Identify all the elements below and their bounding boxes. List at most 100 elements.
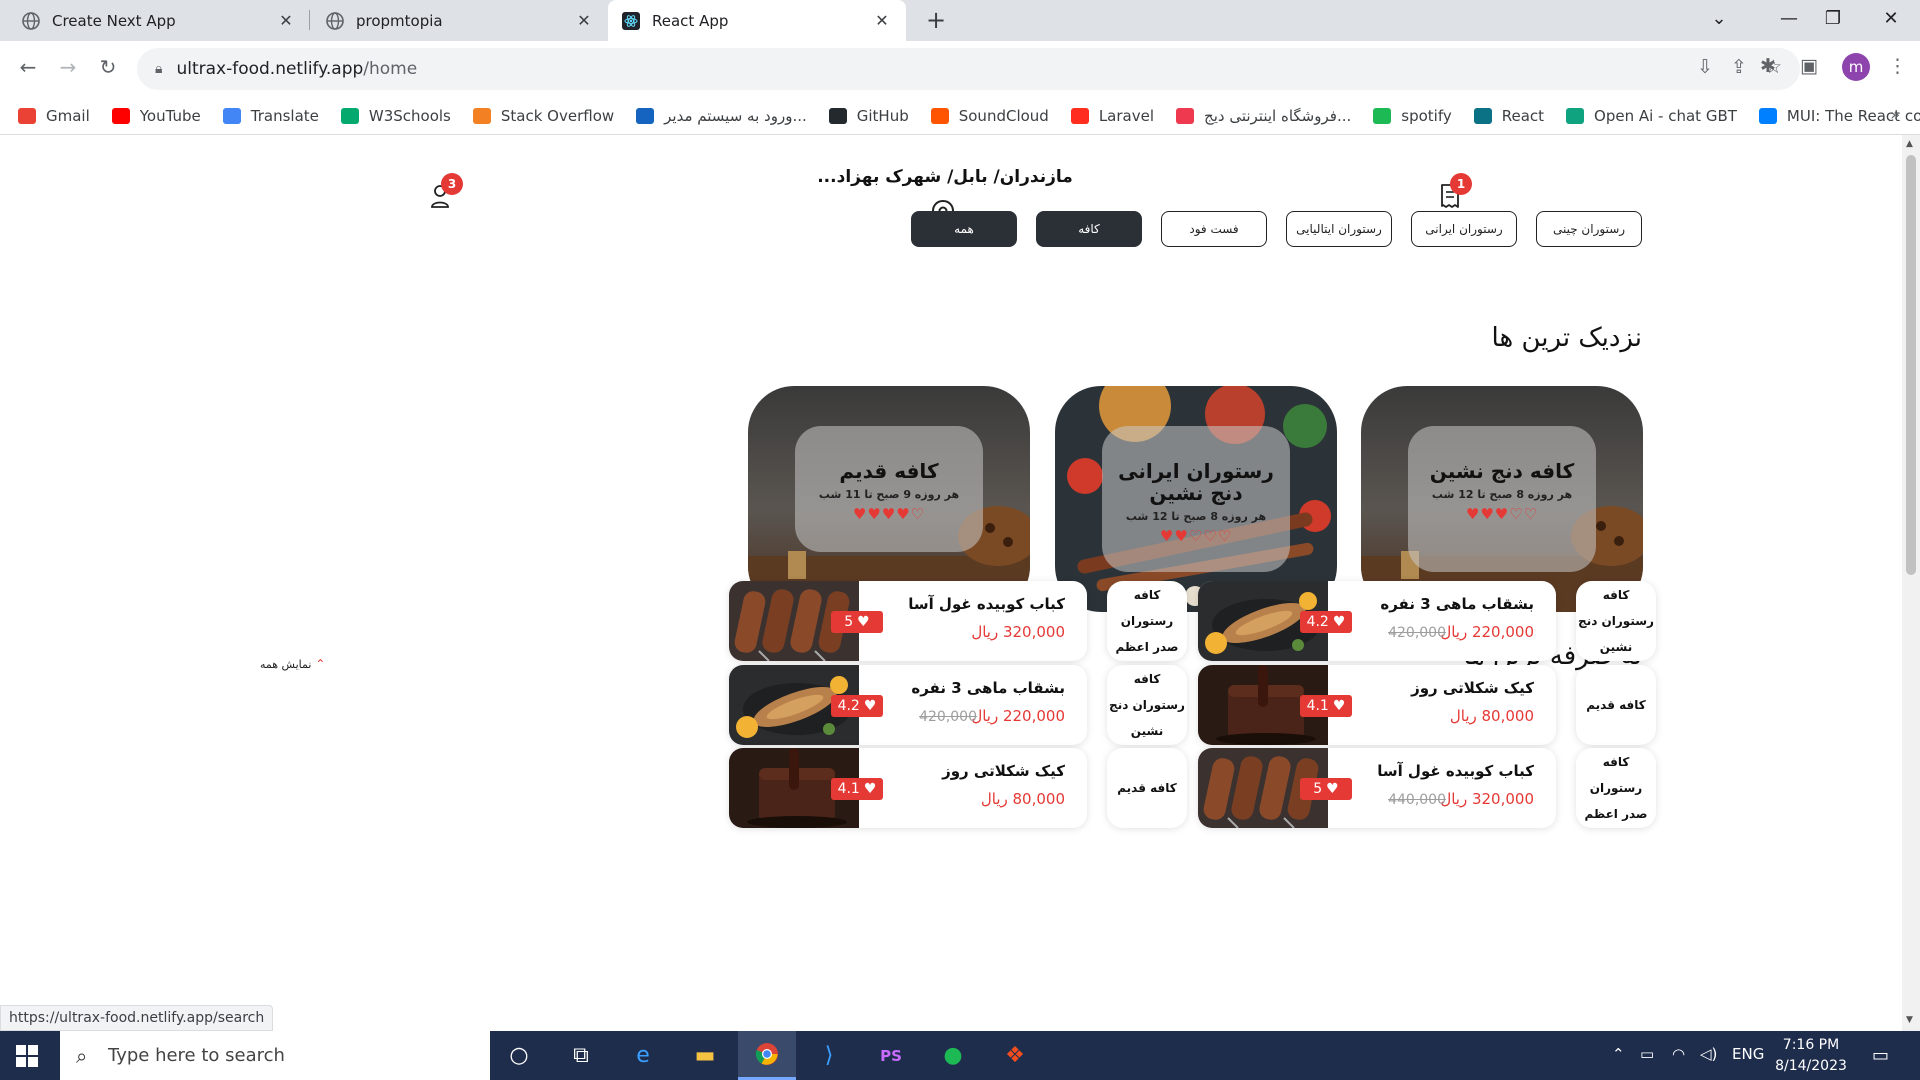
taskbar-search-box[interactable]: ⌕ Type here to search (60, 1031, 490, 1080)
spotify-icon[interactable]: ● (924, 1031, 982, 1080)
show-all-link[interactable]: ⌃ نمایش همه (260, 657, 325, 671)
food-item[interactable]: کافه رستوران صدر اعظم کباب کوبیده غول آسا… (1198, 748, 1656, 828)
food-item[interactable]: کافه رستوران دنج نشین بشقاب ماهی 3 نفره 22… (729, 665, 1187, 745)
side-panel-icon[interactable]: ▣ (1800, 55, 1818, 77)
notifications-icon[interactable]: ▭ (1872, 1045, 1889, 1066)
bookmark-item[interactable]: W3Schools (340, 107, 451, 125)
edge-icon[interactable]: e (614, 1031, 672, 1080)
restaurant-card[interactable]: کافه قدیم هر روزه 9 صبح تا 11 شب ♡♥♥♥♥ (748, 386, 1030, 612)
food-card[interactable]: کیک شکلاتی روز 80,000 ریال 4.1 ♥ (729, 748, 1087, 828)
food-card[interactable]: بشقاب ماهی 3 نفره 220,000 ریال 420,000 4.2 ♥ (729, 665, 1087, 745)
category-chip[interactable]: کافه (1036, 211, 1142, 247)
profile-avatar[interactable]: m (1842, 53, 1870, 81)
bookmark-label: فروشگاه اینترنتی دیج... (1204, 106, 1352, 125)
cortana-icon[interactable]: ○ (490, 1031, 548, 1080)
show-hidden-icons-chevron[interactable]: ⌃ (1612, 1045, 1625, 1063)
windows-start-icon[interactable] (16, 1045, 38, 1071)
category-chip[interactable]: همه (911, 211, 1017, 247)
extensions-puzzle-icon[interactable]: ✱ (1760, 55, 1776, 77)
reload-icon[interactable]: ↻ (94, 55, 122, 79)
share-icon[interactable]: ⇪ (1731, 56, 1747, 78)
figma-icon[interactable]: ❖ (986, 1031, 1044, 1080)
spotify-icon (1373, 107, 1392, 124)
close-tab-icon[interactable]: ✕ (872, 11, 892, 30)
scroll-down-arrow-icon[interactable]: ▼ (1906, 1015, 1913, 1025)
wifi-icon[interactable]: ◠ (1672, 1045, 1685, 1063)
category-chip[interactable]: رستوران ایتالیایی (1286, 211, 1392, 247)
food-item[interactable]: کافه رستوران صدر اعظم کباب کوبیده غول آسا… (729, 581, 1187, 661)
install-app-icon[interactable]: ⇩ (1697, 56, 1713, 78)
user-button[interactable]: 3 (425, 173, 463, 211)
bookmark-item[interactable]: YouTube (111, 107, 201, 125)
tab-react-app[interactable]: React App ✕ (608, 0, 906, 41)
scroll-up-arrow-icon[interactable]: ▲ (1906, 139, 1913, 149)
phpstorm-icon[interactable]: PS (862, 1031, 920, 1080)
bookmark-item[interactable]: Gmail (18, 107, 90, 125)
bookmark-item[interactable]: Open Ai - chat GBT (1566, 107, 1737, 125)
bookmark-label: Stack Overflow (500, 106, 615, 125)
more-bookmarks-icon[interactable]: » (1890, 105, 1900, 124)
back-arrow-icon[interactable]: ← (14, 55, 42, 79)
delivery-address[interactable]: مازندران/ بابل/ شهرک بهزاد... (760, 167, 1130, 187)
address-bar[interactable]: 🔒︎ ultrax-food.netlify.app/home ⇩ ⇪ ☆ (137, 48, 1800, 90)
food-title: کباب کوبیده غول آسا (908, 595, 1065, 613)
restaurant-name-tile[interactable]: کافه قدیم (1576, 665, 1656, 745)
tab-search-chevron-icon[interactable]: ⌄ (1704, 8, 1734, 29)
restaurant-name-tile[interactable]: کافه رستوران دنج نشین (1107, 665, 1187, 745)
restore-icon[interactable]: ❐ (1818, 8, 1848, 29)
forward-arrow-icon[interactable]: → (54, 55, 82, 79)
rating-badge: 4.1 ♥ (1300, 695, 1352, 717)
url-host: ultrax-food.netlify.app (176, 59, 364, 79)
close-tab-icon[interactable]: ✕ (276, 11, 296, 30)
orders-button[interactable]: 1 (1436, 173, 1472, 211)
bookmark-item[interactable]: SoundCloud (930, 107, 1049, 125)
bookmark-item[interactable]: spotify (1373, 107, 1452, 125)
food-card[interactable]: کیک شکلاتی روز 80,000 ریال 4.1 ♥ (1198, 665, 1556, 745)
language-indicator[interactable]: ENG (1732, 1045, 1764, 1063)
file-explorer-icon[interactable]: ▬ (676, 1031, 734, 1080)
bookmark-item[interactable]: Translate (222, 107, 319, 125)
food-card[interactable]: بشقاب ماهی 3 نفره 220,000 ریال 420,000 4.2 ♥ (1198, 581, 1556, 661)
category-chip[interactable]: فست فود (1161, 211, 1267, 247)
bookmark-item[interactable]: React (1473, 107, 1544, 125)
bookmark-item[interactable]: فروشگاه اینترنتی دیج... (1176, 107, 1351, 125)
system-clock[interactable]: 7:16 PM 8/14/2023 (1768, 1035, 1854, 1077)
scrollbar-thumb[interactable] (1906, 155, 1916, 575)
volume-icon[interactable]: ◁) (1700, 1045, 1717, 1063)
close-window-icon[interactable]: ✕ (1876, 8, 1906, 29)
gmail-icon (18, 107, 36, 124)
bookmark-item[interactable]: Laravel (1070, 107, 1154, 125)
food-card[interactable]: کباب کوبیده غول آسا 320,000 ریال 5 ♥ (729, 581, 1087, 661)
food-item[interactable]: کافه قدیم کیک شکلاتی روز 80,000 ریال 4.1 ♥ (729, 748, 1187, 828)
food-item[interactable]: کافه قدیم کیک شکلاتی روز 80,000 ریال 4.1 ♥ (1198, 665, 1656, 745)
kebab-menu-icon[interactable]: ⋮ (1888, 55, 1907, 77)
battery-icon[interactable]: ▭ (1640, 1045, 1654, 1063)
restaurant-name-tile[interactable]: کافه رستوران دنج نشین (1576, 581, 1656, 661)
tab-create-next-app[interactable]: Create Next App ✕ (8, 0, 310, 41)
food-card[interactable]: کباب کوبیده غول آسا 320,000 ریال 440,000 5 ♥ (1198, 748, 1556, 828)
food-item[interactable]: کافه رستوران دنج نشین بشقاب ماهی 3 نفره 22… (1198, 581, 1656, 661)
vscode-icon[interactable]: ⟩ (800, 1031, 858, 1080)
react-icon (622, 11, 640, 30)
close-tab-icon[interactable]: ✕ (574, 11, 594, 30)
page-scrollbar[interactable]: ▲ ▼ (1902, 135, 1920, 1031)
bookmark-item[interactable]: ورود به سیستم مدیر... (636, 107, 807, 125)
chrome-icon[interactable] (738, 1031, 796, 1080)
restaurant-card[interactable]: کافه دنج نشین هر روزه 8 صبح تا 12 شب ♡♡♥… (1361, 386, 1643, 612)
restaurant-name-tile[interactable]: کافه قدیم (1107, 748, 1187, 828)
restaurant-card[interactable]: رستوران ایرانی دنج نشین هر روزه 8 صبح تا… (1055, 386, 1337, 612)
new-tab-button[interactable]: + (922, 6, 950, 34)
minimize-icon[interactable]: — (1774, 8, 1804, 29)
category-chip[interactable]: رستوران ایرانی (1411, 211, 1517, 247)
bookmark-item[interactable]: GitHub (828, 107, 909, 125)
rating-badge: 5 ♥ (831, 611, 883, 633)
restaurant-name-tile[interactable]: کافه رستوران صدر اعظم (1576, 748, 1656, 828)
restaurant-name-tile[interactable]: کافه رستوران صدر اعظم (1107, 581, 1187, 661)
tab-propmtopia[interactable]: propmtopia ✕ (312, 0, 608, 41)
rating-badge: 4.1 ♥ (831, 778, 883, 800)
bookmark-item[interactable]: Stack Overflow (472, 106, 615, 125)
task-view-icon[interactable]: ⧉ (552, 1031, 610, 1080)
lock-icon[interactable]: 🔒︎ (155, 61, 162, 77)
food-title: بشقاب ماهی 3 نفره (911, 679, 1065, 697)
category-chip[interactable]: رستوران چینی (1536, 211, 1642, 247)
